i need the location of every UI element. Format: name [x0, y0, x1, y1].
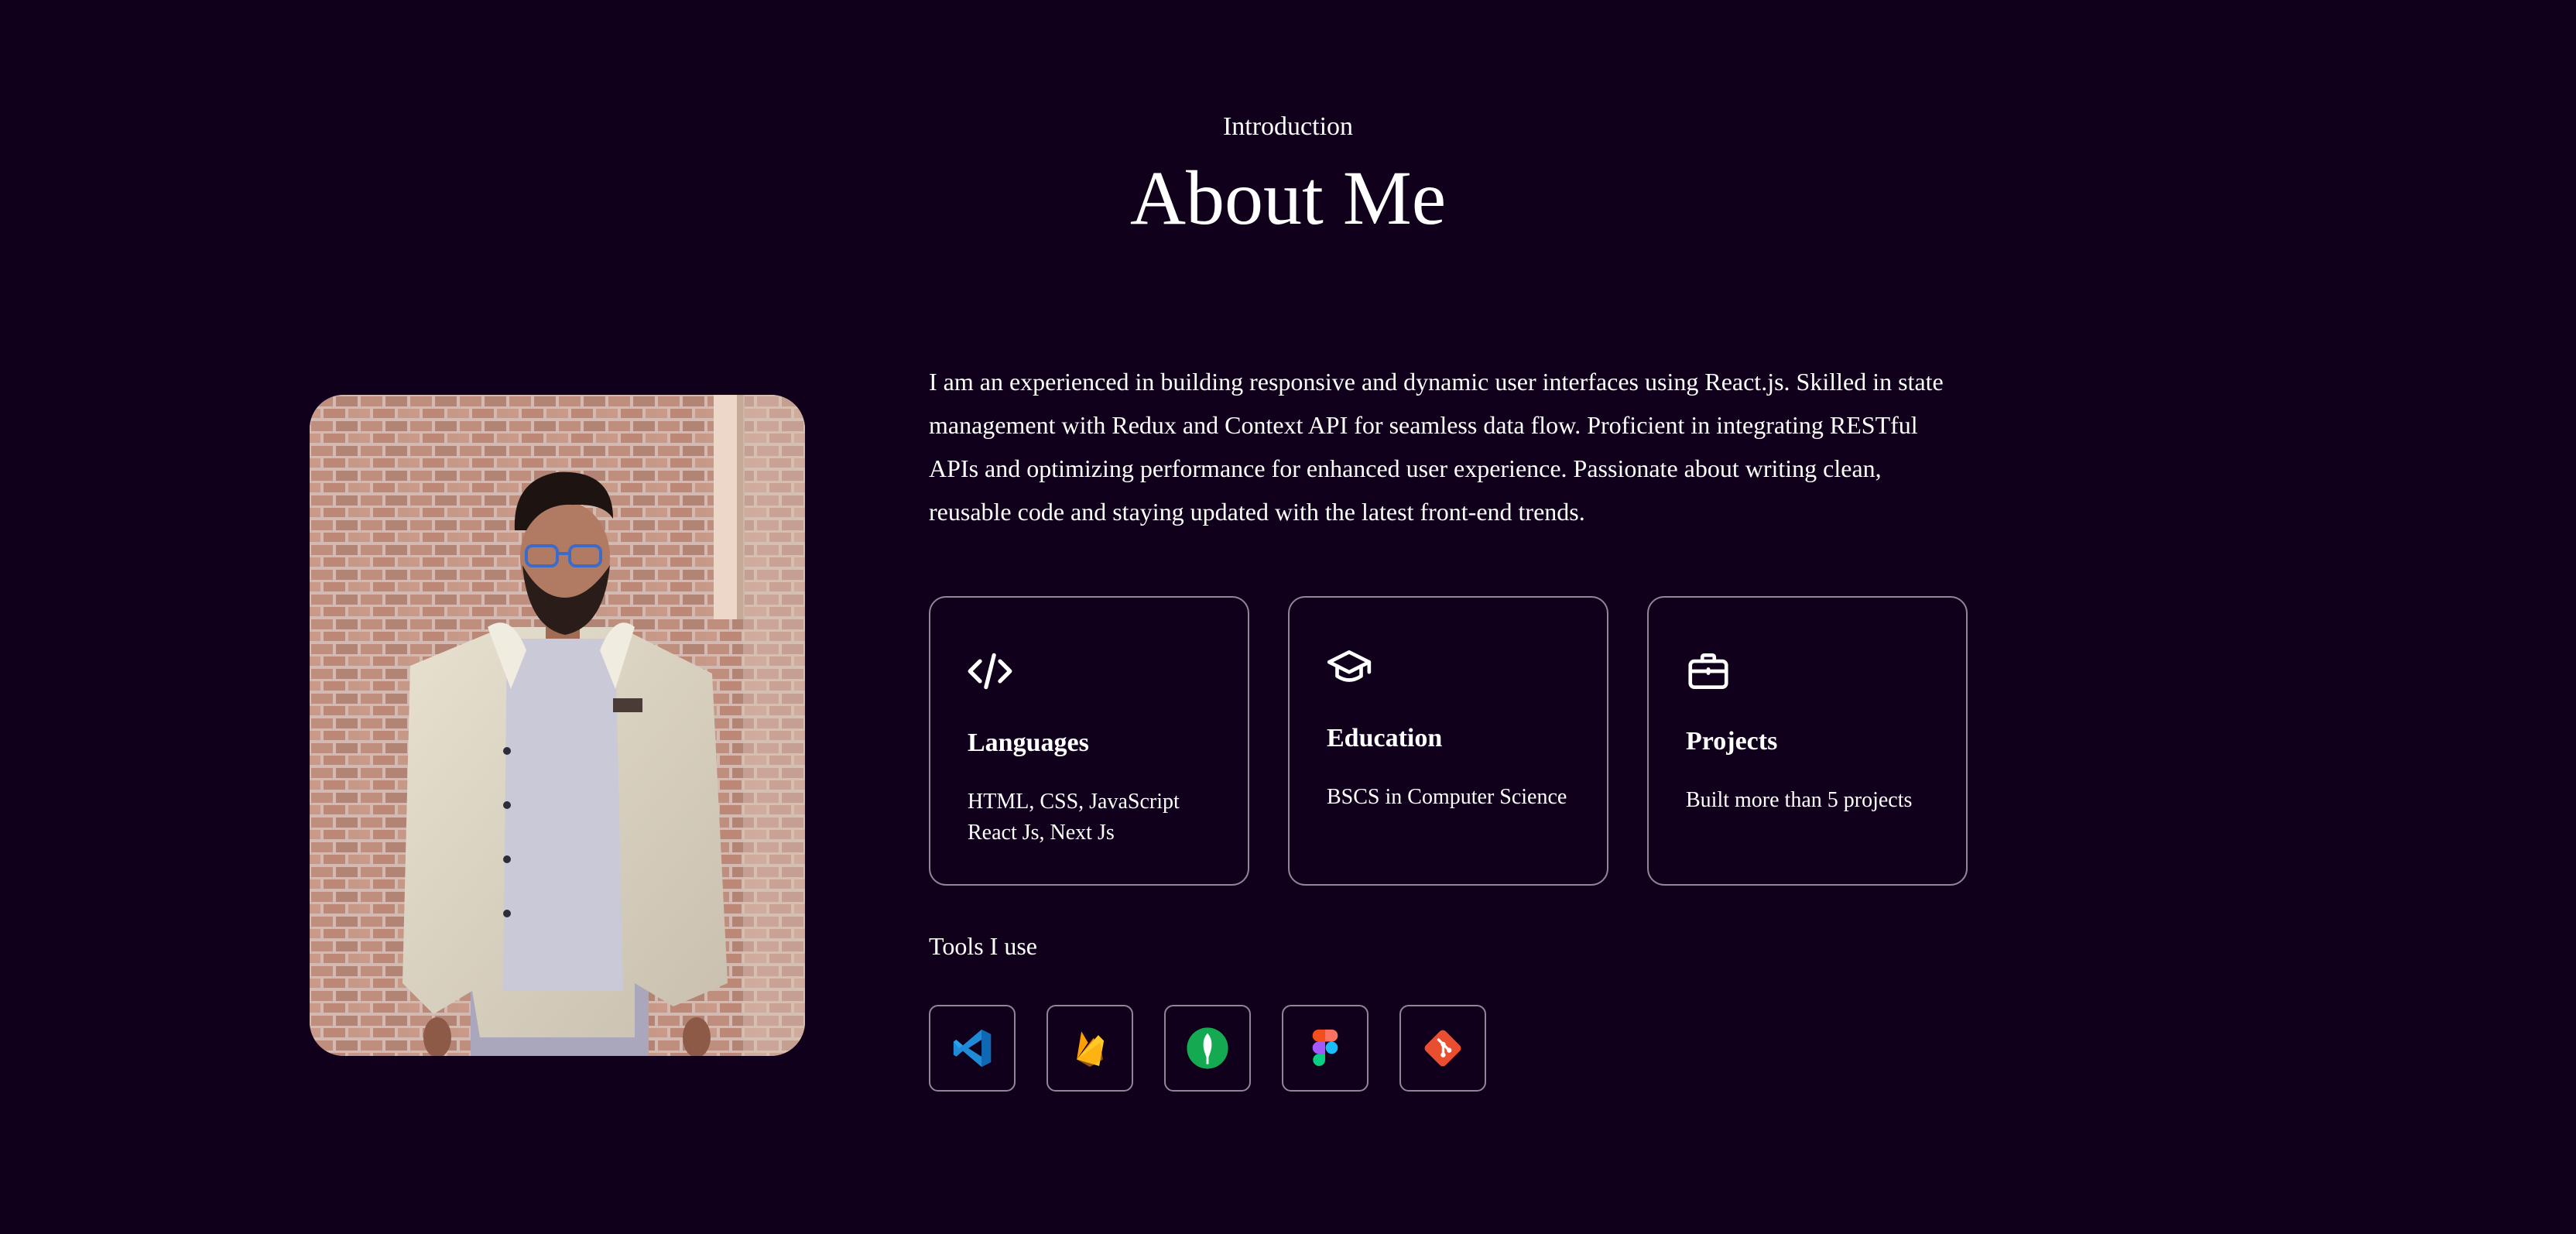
languages-card: Languages HTML, CSS, JavaScript React Js… — [929, 596, 1249, 886]
code-icon — [966, 647, 1014, 695]
briefcase-icon — [1684, 647, 1732, 695]
card-text-line: Built more than 5 projects — [1686, 788, 1913, 812]
education-card: Education BSCS in Computer Science — [1288, 596, 1608, 886]
card-text: BSCS in Computer Science — [1327, 782, 1598, 813]
page-title: About Me — [1129, 155, 1447, 241]
projects-card: Projects Built more than 5 projects — [1647, 596, 1968, 886]
card-title: Languages — [968, 728, 1089, 757]
figma-icon — [1303, 1026, 1348, 1071]
card-title: Education — [1327, 724, 1443, 752]
card-title: Projects — [1686, 727, 1778, 756]
vscode-icon — [950, 1026, 995, 1071]
card-text-line: BSCS in Computer Science — [1327, 785, 1567, 809]
tool-vscode[interactable] — [929, 1005, 1016, 1092]
tool-mongodb[interactable] — [1164, 1005, 1251, 1092]
graduation-cap-icon — [1325, 644, 1373, 692]
profile-photo — [310, 395, 805, 1056]
tool-git[interactable] — [1399, 1005, 1486, 1092]
card-text: Built more than 5 projects — [1686, 785, 1957, 816]
card-text-line: HTML, CSS, JavaScript — [968, 790, 1180, 814]
tool-figma[interactable] — [1282, 1005, 1368, 1092]
section-subtitle: Introduction — [1222, 112, 1354, 141]
tool-firebase[interactable] — [1046, 1005, 1133, 1092]
card-text-line: React Js, Next Js — [968, 821, 1115, 845]
bio-paragraph: I am an experienced in building responsi… — [929, 368, 1944, 526]
mongodb-icon — [1185, 1026, 1230, 1071]
card-text: HTML, CSS, JavaScript React Js, Next Js — [968, 787, 1238, 848]
firebase-icon — [1067, 1026, 1112, 1071]
tools-heading: Tools I use — [929, 932, 1037, 960]
git-icon — [1420, 1026, 1465, 1071]
